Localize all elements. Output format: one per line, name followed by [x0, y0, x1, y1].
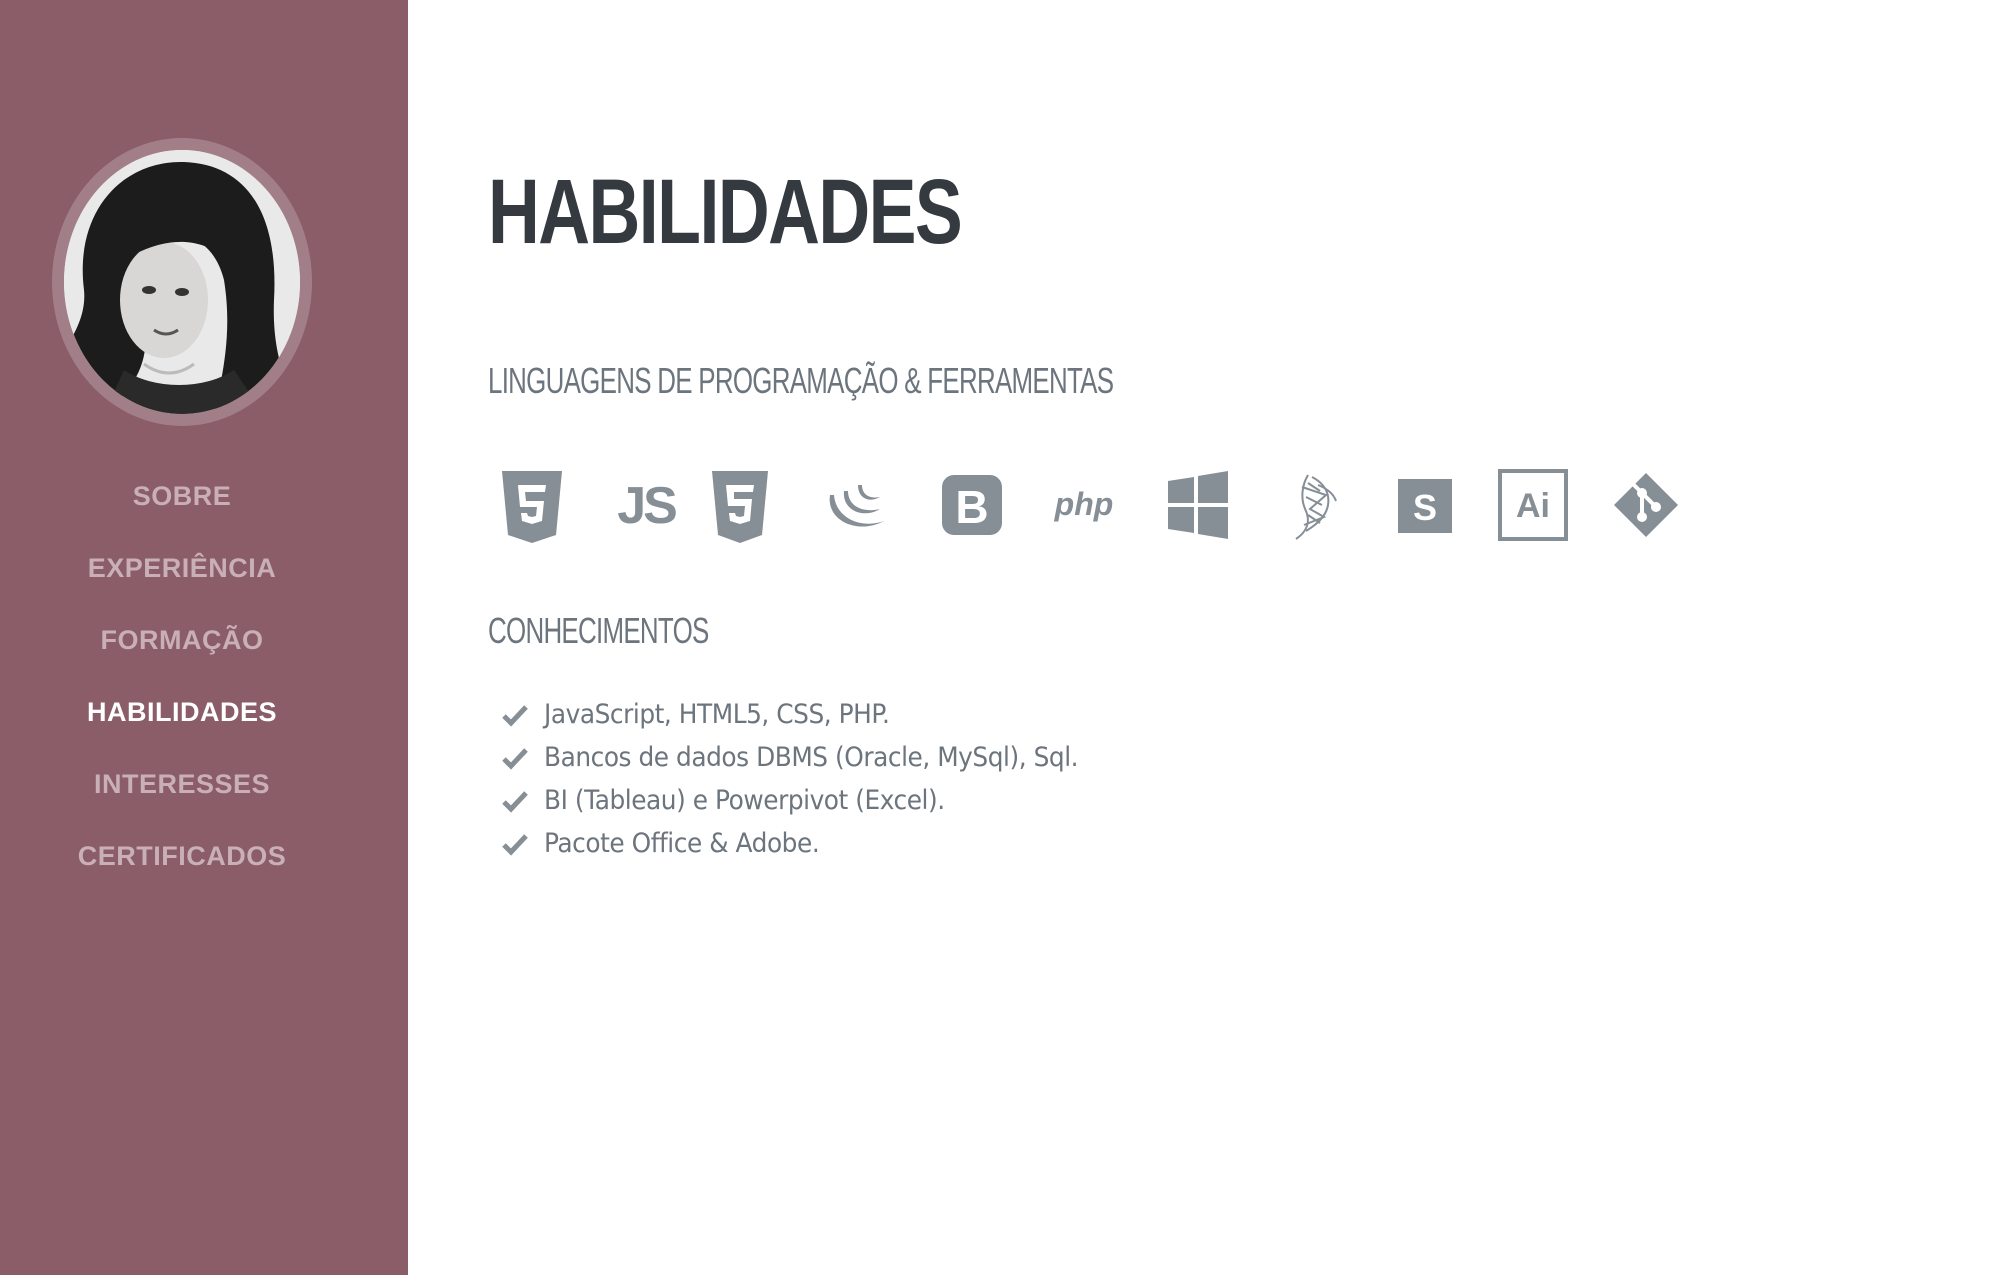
avatar-photo: [64, 150, 300, 414]
main-content: HABILIDADES LINGUAGENS DE PROGRAMAÇÃO & …: [488, 0, 1958, 1275]
check-icon: [502, 789, 528, 813]
list-item: JavaScript, HTML5, CSS, PHP.: [502, 693, 1125, 736]
nav-item-interesses[interactable]: INTERESSES: [0, 758, 364, 830]
list-item: Bancos de dados DBMS (Oracle, MySql), Sq…: [502, 736, 1125, 779]
svg-text:S: S: [1413, 487, 1437, 528]
nav-item-experiencia[interactable]: EXPERIÊNCIA: [0, 542, 364, 614]
sass-icon: S: [1384, 465, 1464, 545]
html5-icon: [492, 465, 572, 545]
list-item-text: Pacote Office & Adobe.: [544, 828, 820, 859]
sql-server-icon: [1272, 465, 1352, 545]
svg-text:B: B: [955, 481, 988, 533]
skill-icons-list: JS B php S Ai: [488, 465, 1738, 545]
list-item: Pacote Office & Adobe.: [502, 822, 1125, 865]
check-icon: [502, 746, 528, 770]
css3-icon: [700, 465, 780, 545]
check-icon: [502, 703, 528, 727]
svg-text:JS: JS: [617, 477, 676, 535]
page-title: HABILIDADES: [488, 161, 963, 263]
list-item: BI (Tableau) e Powerpivot (Excel).: [502, 779, 1125, 822]
javascript-icon: JS: [606, 465, 686, 545]
avatar[interactable]: [52, 138, 312, 426]
windows-icon: [1158, 465, 1238, 545]
bootstrap-icon: B: [932, 465, 1012, 545]
list-item-text: Bancos de dados DBMS (Oracle, MySql), Sq…: [544, 742, 1079, 773]
php-icon: php: [1044, 465, 1124, 545]
list-item-text: BI (Tableau) e Powerpivot (Excel).: [544, 785, 945, 816]
nav-item-sobre[interactable]: SOBRE: [0, 470, 364, 542]
tools-heading: LINGUAGENS DE PROGRAMAÇÃO & FERRAMENTAS: [488, 360, 1114, 401]
svg-text:Ai: Ai: [1516, 487, 1550, 525]
jquery-icon: [818, 465, 898, 545]
knowledge-list: JavaScript, HTML5, CSS, PHP. Bancos de d…: [502, 693, 1125, 865]
check-icon: [502, 832, 528, 856]
sidebar-nav: SOBRE EXPERIÊNCIA FORMAÇÃO HABILIDADES I…: [0, 470, 364, 902]
list-item-text: JavaScript, HTML5, CSS, PHP.: [544, 699, 890, 730]
nav-item-formacao[interactable]: FORMAÇÃO: [0, 614, 364, 686]
knowledge-heading: CONHECIMENTOS: [488, 610, 709, 651]
nav-item-habilidades[interactable]: HABILIDADES: [0, 686, 364, 758]
svg-text:php: php: [1054, 486, 1114, 522]
git-icon: [1606, 465, 1686, 545]
sidebar: SOBRE EXPERIÊNCIA FORMAÇÃO HABILIDADES I…: [0, 0, 408, 1275]
illustrator-icon: Ai: [1492, 465, 1572, 545]
nav-item-certificados[interactable]: CERTIFICADOS: [0, 830, 364, 902]
